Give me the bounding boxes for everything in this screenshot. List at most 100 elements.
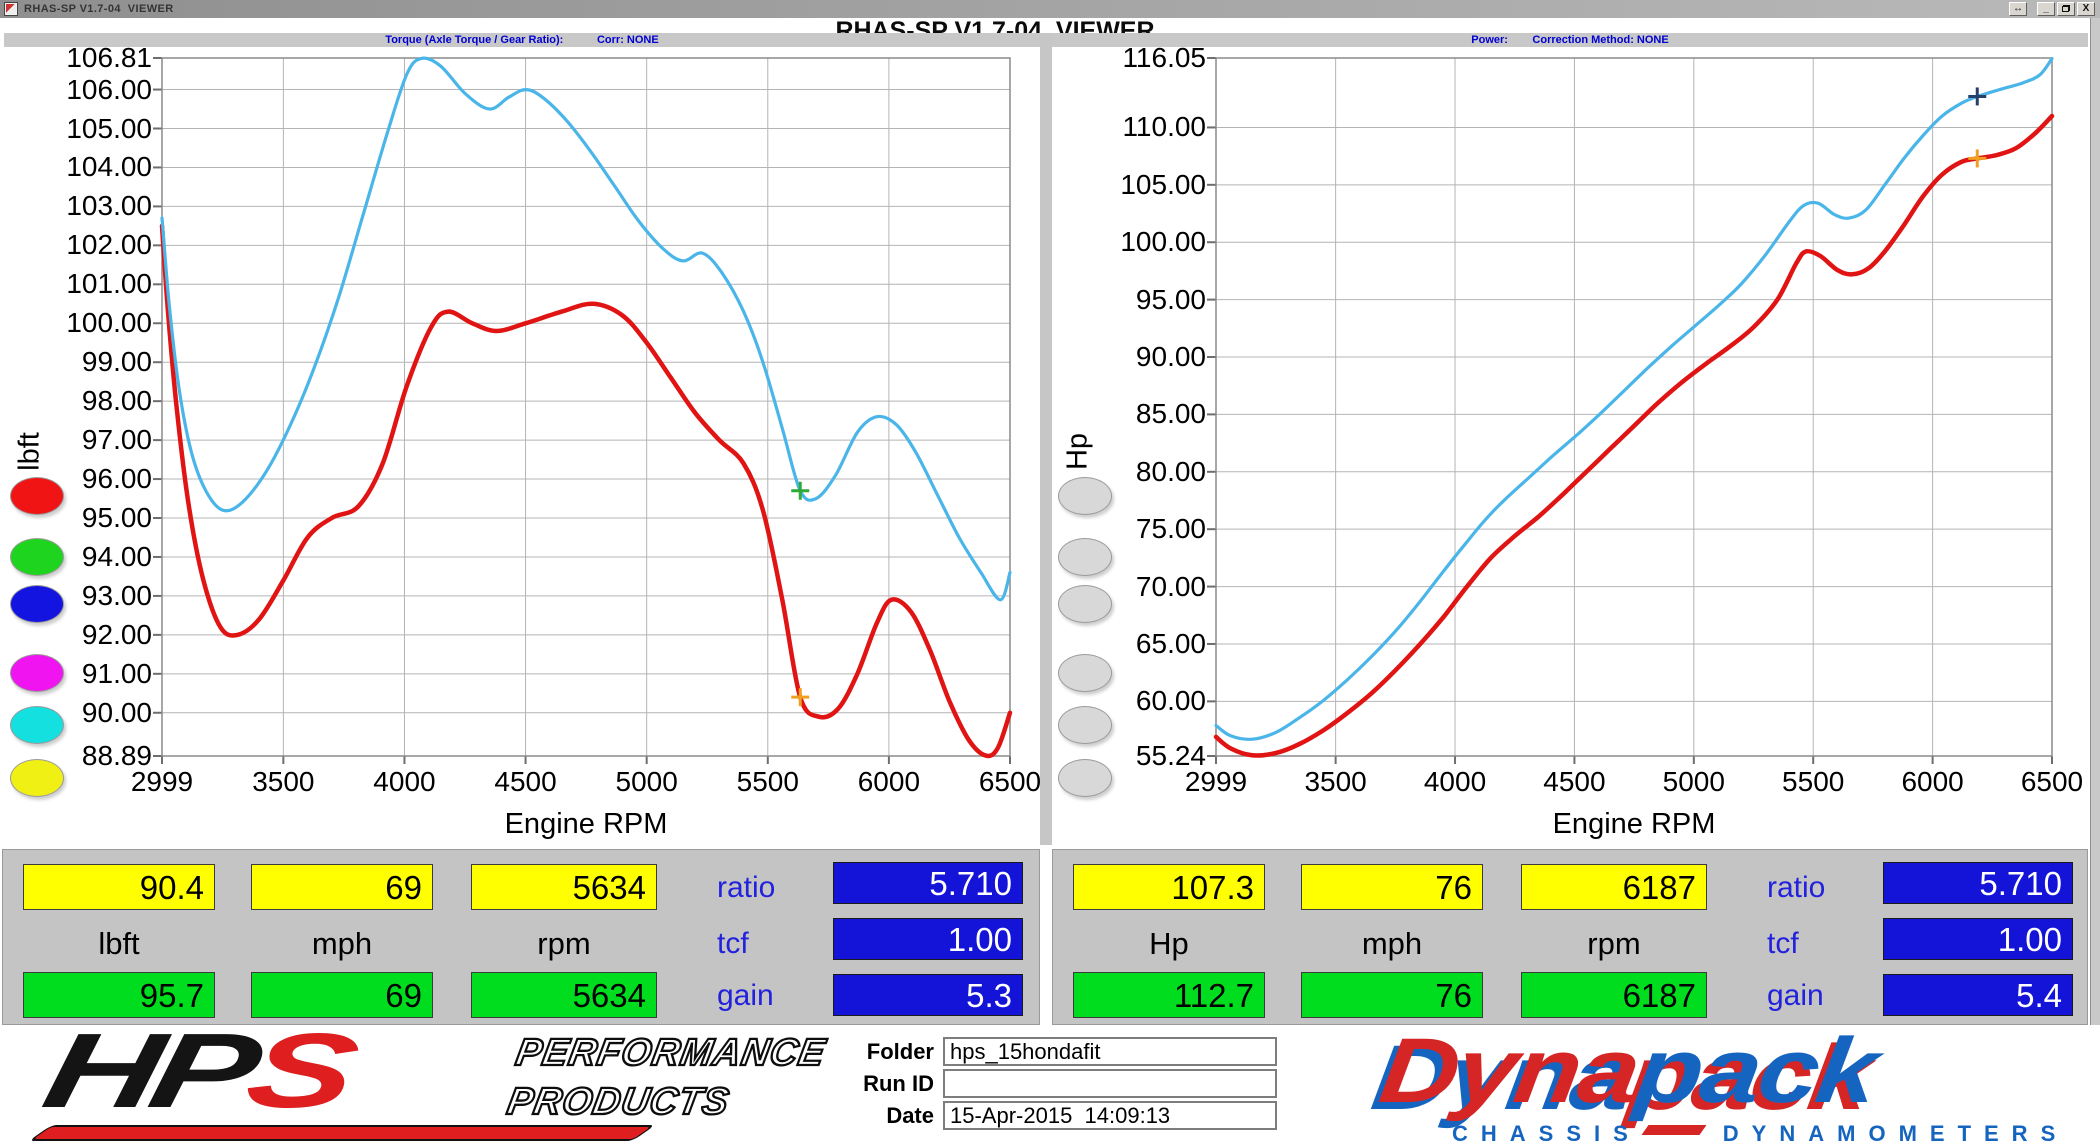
x-tick-label: 6000 [839, 766, 939, 798]
hps-logo: HPS [36, 1021, 357, 1121]
cursor-marker[interactable] [1968, 149, 1986, 167]
legend-oval-3[interactable] [10, 585, 64, 623]
legend-oval-4[interactable] [1058, 654, 1112, 692]
x-tick-label: 2999 [112, 766, 212, 798]
panel-divider [1040, 33, 1052, 845]
title-bar: RHAS-SP V1.7-04 VIEWER ↔ _ X [0, 0, 2100, 18]
y-tick-label: 116.05 [1066, 42, 1206, 74]
dynapack-logo-subtitle: CHASSIS DYNAMOMETERS [1452, 1121, 2068, 1147]
cursor-marker[interactable] [1968, 87, 1986, 105]
mph-unit-label: mph [251, 924, 433, 964]
dynapack-logo-dyna: Dyna [1374, 1020, 1644, 1122]
plot-canvas [1216, 58, 2052, 756]
legend-oval-1[interactable] [10, 477, 64, 515]
legend-oval-1[interactable] [1058, 477, 1112, 515]
app-icon [4, 2, 18, 16]
cursor-marker[interactable] [791, 688, 809, 706]
legend-oval-4[interactable] [10, 654, 64, 692]
legend-oval-2[interactable] [1058, 538, 1112, 576]
y-tick-label: 90.00 [1066, 341, 1206, 373]
dynapack-logo: Dynapack [1375, 1023, 1883, 1119]
ratio-value: 5.710 [1883, 862, 2073, 904]
resize-button[interactable]: ↔ [2009, 2, 2027, 16]
hps-tagline-line1: PERFORMANCE [512, 1029, 829, 1078]
x-tick-label: 3500 [233, 766, 333, 798]
power-chart-body: Hp Engine RPM 116.05110.00105.00100.0095… [1052, 47, 2088, 845]
legend-oval-5[interactable] [10, 706, 64, 744]
torque-chart-panel: Torque (Axle Torque / Gear Ratio): Corr:… [4, 33, 1040, 845]
x-tick-label: 5500 [718, 766, 818, 798]
rpm-unit-label: rpm [1521, 924, 1707, 964]
x-tick-label: 4500 [1524, 766, 1624, 798]
y-tick-label: 100.00 [12, 307, 152, 339]
run-blue-torque-curve [162, 58, 1010, 600]
y-tick-label: 101.00 [12, 268, 152, 300]
torque-plot-area[interactable] [162, 58, 1010, 756]
window-controls: ↔ _ X [2007, 2, 2095, 16]
mph-unit-label: mph [1301, 924, 1483, 964]
y-tick-label: 100.00 [1066, 226, 1206, 258]
x-tick-label: 2999 [1166, 766, 1266, 798]
y-tick-label: 110.00 [1066, 111, 1206, 143]
folder-input[interactable] [943, 1037, 1277, 1066]
run-id-field-row: Run ID [828, 1069, 1277, 1098]
power-chart-panel: Power: Correction Method: NONE Hp Engine… [1052, 33, 2088, 845]
cursor-marker[interactable] [791, 482, 809, 500]
big-title-band: RHAS-SP V1.7-04 VIEWER [0, 18, 2100, 33]
torque-cursor-mph: 69 [251, 864, 433, 910]
hps-logo-swoosh [29, 1125, 656, 1141]
y-tick-label: 92.00 [12, 619, 152, 651]
torque-cursor2-rpm: 5634 [471, 972, 657, 1018]
dynapack-chassis-text: CHASSIS [1452, 1121, 1641, 1147]
page-title: RHAS-SP V1.7-04 VIEWER [835, 18, 1154, 33]
run-id-input[interactable] [943, 1069, 1277, 1098]
restore-icon [2062, 5, 2070, 12]
hps-tagline-line2: PRODUCTS [503, 1078, 820, 1127]
power-cursor2-mph: 76 [1301, 972, 1483, 1018]
hps-logo-tagline: PERFORMANCE PRODUCTS [503, 1029, 829, 1127]
tcf-label: tcf [717, 924, 827, 964]
power-cursor2-value: 112.7 [1073, 972, 1265, 1018]
x-tick-label: 4000 [1405, 766, 1505, 798]
legend-oval-2[interactable] [10, 538, 64, 576]
legend-oval-3[interactable] [1058, 585, 1112, 623]
window-title: RHAS-SP V1.7-04 VIEWER [24, 3, 174, 15]
dynapack-dash-icon [1641, 1125, 1706, 1135]
gain-value: 5.4 [1883, 974, 2073, 1016]
y-tick-label: 99.00 [12, 346, 152, 378]
date-input[interactable] [943, 1101, 1277, 1130]
gain-label: gain [1767, 976, 1877, 1016]
dynapack-dynamometers-text: DYNAMOMETERS [1723, 1121, 2068, 1147]
y-tick-label: 105.00 [12, 113, 152, 145]
run-red-power-curve [1216, 116, 2052, 756]
x-tick-label: 4000 [354, 766, 454, 798]
power-cursor2-rpm: 6187 [1521, 972, 1707, 1018]
minimize-button[interactable]: _ [2037, 2, 2055, 16]
gain-label: gain [717, 976, 827, 1016]
x-tick-label: 6500 [2002, 766, 2100, 798]
close-button[interactable]: X [2077, 2, 2095, 16]
folder-label: Folder [828, 1039, 934, 1065]
power-x-axis-label: Engine RPM [1484, 808, 1784, 841]
power-cursor-value: 107.3 [1073, 864, 1265, 910]
run-red-torque-curve [162, 226, 1010, 756]
app-window: RHAS-SP V1.7-04 VIEWER ↔ _ X RHAS-SP V1.… [0, 0, 2100, 1147]
legend-oval-5[interactable] [1058, 706, 1112, 744]
power-plot-area[interactable] [1216, 58, 2052, 756]
restore-button[interactable] [2057, 2, 2075, 16]
y-tick-label: 98.00 [12, 385, 152, 417]
y-tick-label: 106.00 [12, 74, 152, 106]
legend-oval-6[interactable] [10, 759, 64, 797]
run-id-label: Run ID [828, 1071, 934, 1097]
y-tick-label: 102.00 [12, 229, 152, 261]
x-tick-label: 4500 [476, 766, 576, 798]
legend-oval-6[interactable] [1058, 759, 1112, 797]
date-label: Date [828, 1103, 934, 1129]
x-tick-label: 6000 [1883, 766, 1983, 798]
torque-x-axis-label: Engine RPM [436, 808, 736, 841]
power-cursor-mph: 76 [1301, 864, 1483, 910]
hps-logo-hp: HP [34, 1012, 262, 1130]
tcf-value: 1.00 [833, 918, 1023, 960]
power-chart-header: Power: Correction Method: NONE [1052, 33, 2088, 47]
torque-chart-header: Torque (Axle Torque / Gear Ratio): Corr:… [4, 33, 1040, 47]
